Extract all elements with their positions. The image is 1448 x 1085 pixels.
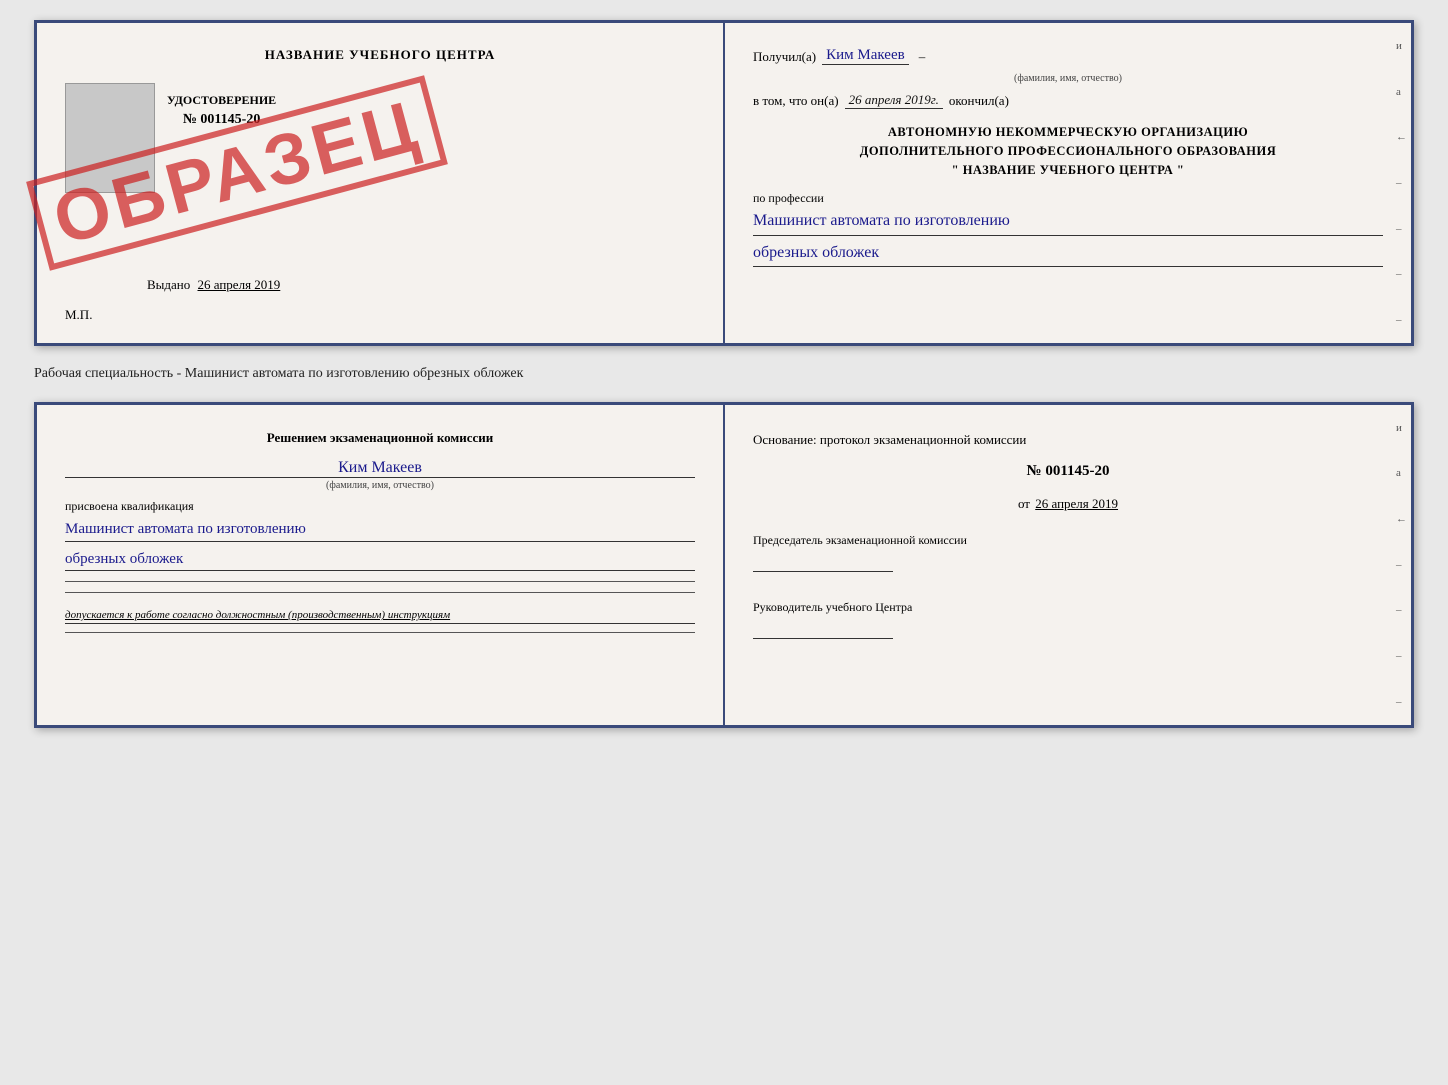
top-doc-right: Получил(а) Ким Макеев – (фамилия, имя, о…: [725, 23, 1411, 343]
top-document: НАЗВАНИЕ УЧЕБНОГО ЦЕНТРА УДОСТОВЕРЕНИЕ №…: [34, 20, 1414, 346]
predsedatel-label: Председатель экзаменационной комиссии: [753, 531, 1383, 550]
dopuskaetsya-line: допускается к работе согласно должностны…: [65, 609, 695, 624]
top-left-title: НАЗВАНИЕ УЧЕБНОГО ЦЕНТРА: [65, 47, 695, 63]
bottom-doc-left: Решением экзаменационной комиссии Ким Ма…: [37, 405, 725, 725]
vydano-label: Выдано: [147, 277, 190, 292]
line-spacer-3: [65, 632, 695, 633]
okonchil-label: окончил(а): [949, 93, 1009, 109]
bottom-profession-line2: обрезных обложек: [65, 548, 695, 572]
photo-placeholder: [65, 83, 155, 193]
vydano-date: 26 апреля 2019: [198, 277, 281, 292]
poluchil-row: Получил(а) Ким Макеев –: [753, 47, 1383, 65]
vtom-date: 26 апреля 2019г.: [845, 92, 943, 109]
org-line2: ДОПОЛНИТЕЛЬНОГО ПРОФЕССИОНАЛЬНОГО ОБРАЗО…: [753, 142, 1383, 161]
name-sublabel: (фамилия, имя, отчество): [753, 73, 1383, 84]
org-line1: АВТОНОМНУЮ НЕКОММЕРЧЕСКУЮ ОРГАНИЗАЦИЮ: [753, 123, 1383, 142]
profession-line2: обрезных обложек: [753, 242, 1383, 267]
prisvoena-label: присвоена квалификация: [65, 499, 695, 514]
rukovoditel-block: Руководитель учебного Центра: [753, 598, 1383, 645]
protokol-date-value: 26 апреля 2019: [1035, 496, 1118, 511]
line-spacer-1: [65, 581, 695, 582]
resheniem-label: Решением экзаменационной комиссии: [65, 429, 695, 447]
poluchil-label: Получил(а): [753, 49, 816, 65]
vydano-line: Выдано 26 апреля 2019: [147, 277, 280, 293]
top-doc-left: НАЗВАНИЕ УЧЕБНОГО ЦЕНТРА УДОСТОВЕРЕНИЕ №…: [37, 23, 725, 343]
org-block: АВТОНОМНУЮ НЕКОММЕРЧЕСКУЮ ОРГАНИЗАЦИЮ ДО…: [753, 123, 1383, 179]
mp-label: М.П.: [65, 307, 92, 323]
udostoverenie-number: № 001145-20: [167, 112, 276, 128]
recipient-name: Ким Макеев: [822, 47, 909, 65]
rukovoditel-sig-line: [753, 621, 893, 639]
protokol-number: № 001145-20: [753, 459, 1383, 485]
bottom-document: Решением экзаменационной комиссии Ким Ма…: [34, 402, 1414, 728]
dash-after-name: –: [919, 49, 926, 65]
predsedatel-block: Председатель экзаменационной комиссии: [753, 531, 1383, 578]
predsedatel-sig-line: [753, 554, 893, 572]
bottom-profession-line1: Машинист автомата по изготовлению: [65, 518, 695, 542]
middle-label: Рабочая специальность - Машинист автомат…: [34, 362, 1414, 386]
profession-line1: Машинист автомата по изготовлению: [753, 210, 1383, 235]
bottom-name-sublabel: (фамилия, имя, отчество): [65, 480, 695, 491]
vtom-row: в том, что он(а) 26 апреля 2019г. окончи…: [753, 92, 1383, 109]
line-spacer-2: [65, 592, 695, 593]
right-edge-marks: и а ← – – – –: [1396, 23, 1407, 343]
org-line3: " НАЗВАНИЕ УЧЕБНОГО ЦЕНТРА ": [753, 161, 1383, 180]
protokol-date: от 26 апреля 2019: [753, 493, 1383, 515]
bottom-name-handwritten: Ким Макеев: [65, 459, 695, 478]
bottom-doc-right: Основание: протокол экзаменационной коми…: [725, 405, 1411, 725]
udostoverenie-block: УДОСТОВЕРЕНИЕ № 001145-20: [167, 93, 276, 128]
date-prefix: от: [1018, 496, 1030, 511]
vtom-prefix: в том, что он(а): [753, 93, 839, 109]
udostoverenie-label: УДОСТОВЕРЕНИЕ: [167, 93, 276, 108]
osnovanie-label: Основание: протокол экзаменационной коми…: [753, 429, 1383, 451]
po-professii-label: по профессии: [753, 191, 1383, 206]
bottom-name-block: Ким Макеев (фамилия, имя, отчество): [65, 459, 695, 491]
rukovoditel-label: Руководитель учебного Центра: [753, 598, 1383, 617]
bottom-right-edge-marks: и а ← – – – –: [1396, 405, 1407, 725]
